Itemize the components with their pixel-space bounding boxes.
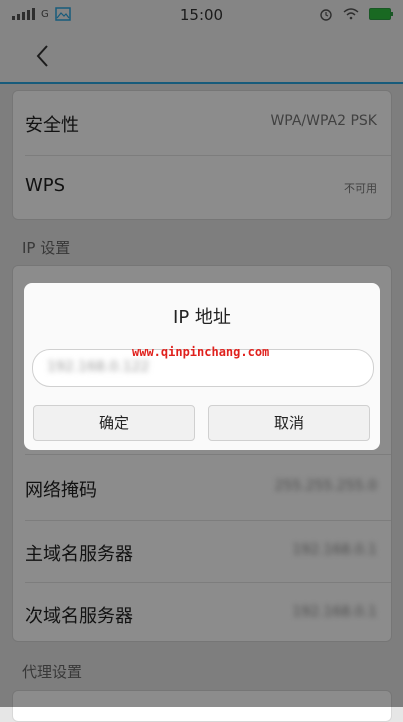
ip-address-value: 192.168.0.122	[47, 359, 150, 375]
watermark-text: www.qinpinchang.com	[132, 345, 270, 359]
confirm-button[interactable]: 确定	[33, 405, 195, 441]
cancel-button[interactable]: 取消	[208, 405, 370, 441]
dialog-title: IP 地址	[173, 307, 231, 328]
ip-address-dialog: IP 地址 192.168.0.122 www.qinpinchang.com …	[24, 283, 380, 450]
